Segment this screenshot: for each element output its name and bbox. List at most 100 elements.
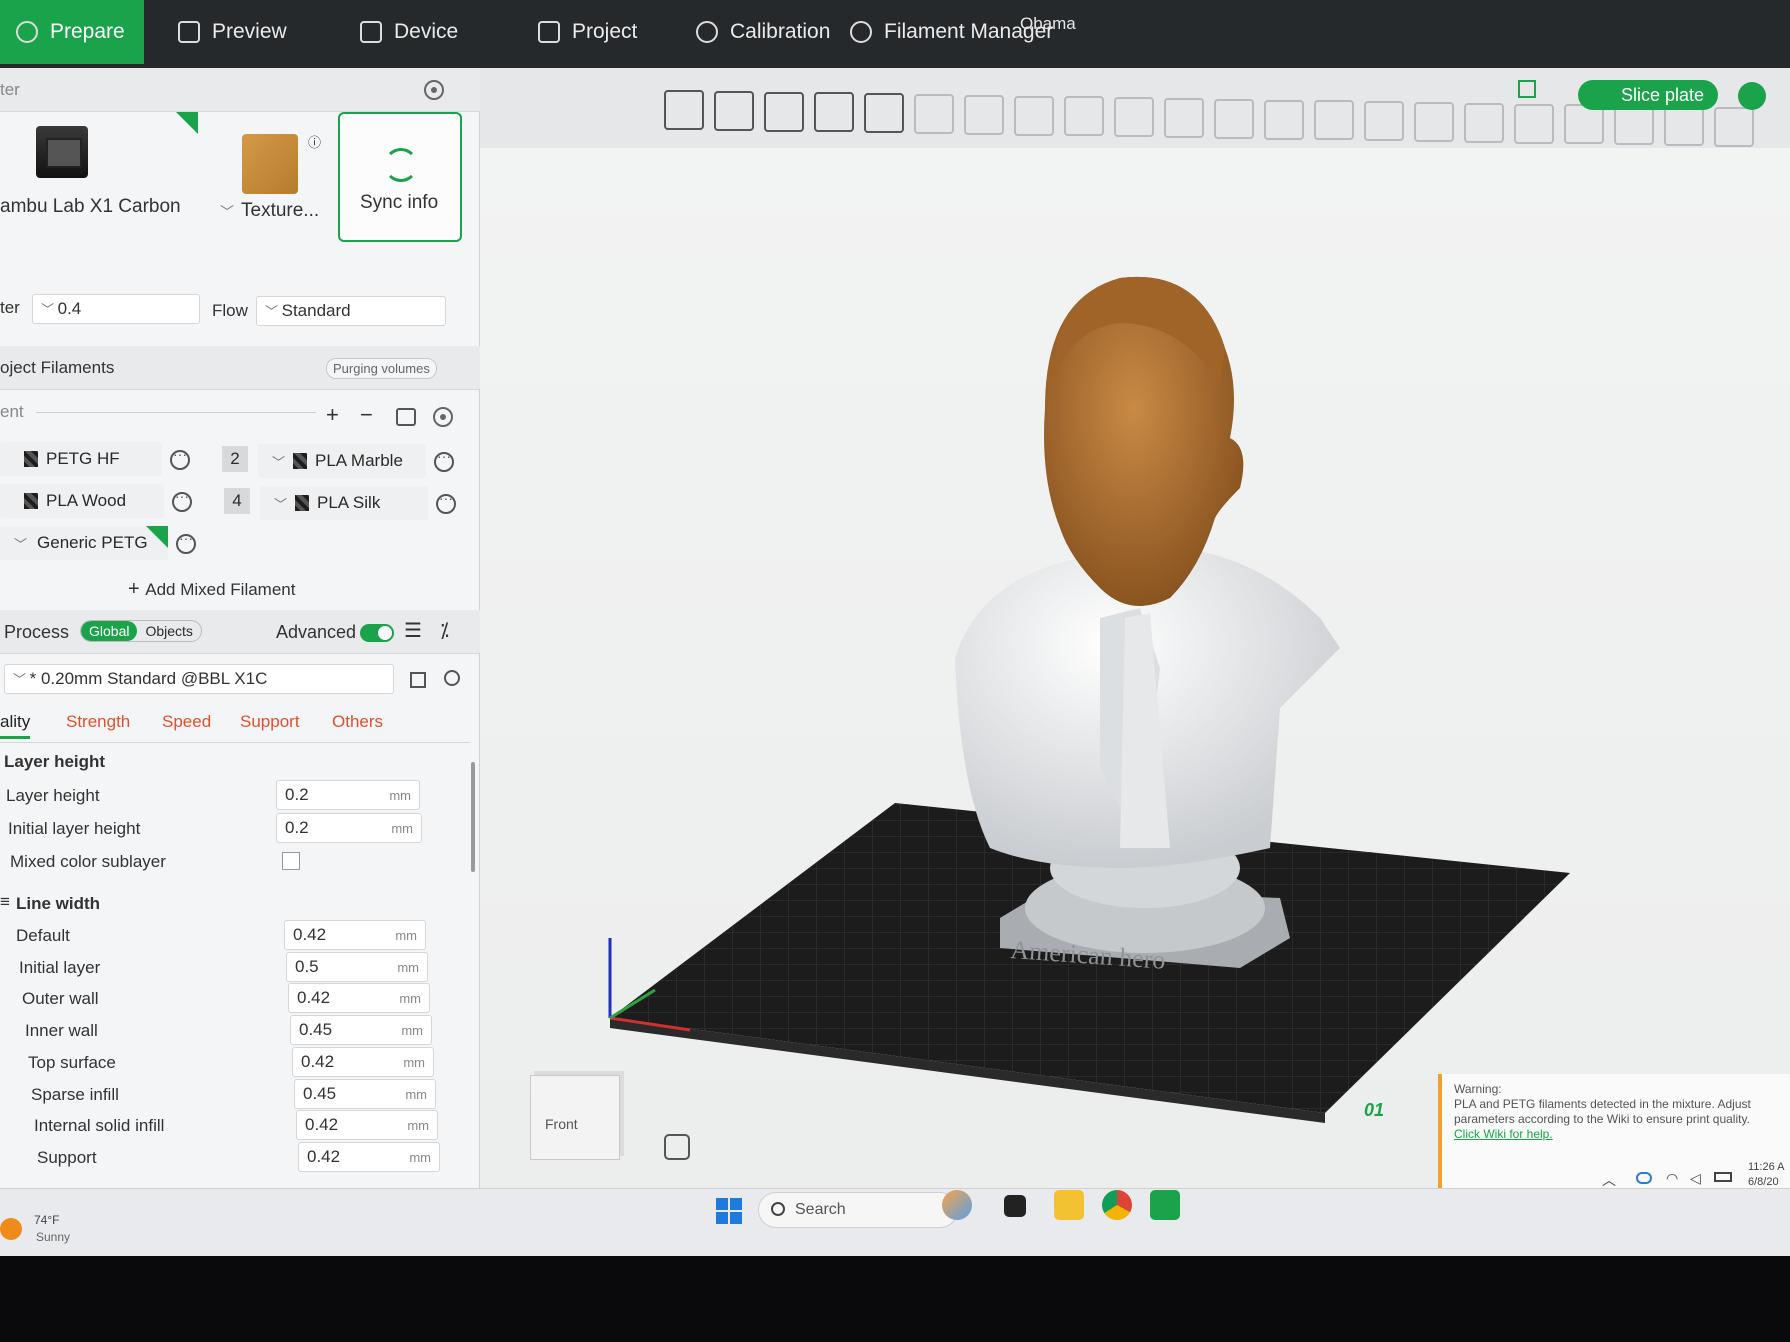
filament-more-icon[interactable]: [176, 530, 196, 554]
text-icon[interactable]: [1314, 100, 1354, 141]
start-button[interactable]: [716, 1198, 742, 1224]
line-width-input[interactable]: 0.5 mm: [286, 951, 428, 982]
auto-orient-icon[interactable]: [764, 91, 804, 132]
tab-preview[interactable]: Preview: [178, 0, 287, 64]
line-width-input[interactable]: 0.42 mm: [292, 1046, 434, 1077]
emboss-icon[interactable]: [1364, 101, 1404, 142]
rotate-icon[interactable]: [964, 94, 1004, 135]
printer-settings-gear-icon[interactable]: [424, 80, 444, 100]
purging-volumes-button[interactable]: Purging volumes: [326, 358, 437, 379]
assembly-icon[interactable]: [1564, 104, 1604, 145]
filament-more-icon[interactable]: [434, 448, 454, 472]
settings-scrollbar[interactable]: [471, 762, 475, 872]
mixed-color-sublayer-checkbox[interactable]: [282, 852, 300, 870]
process-scope-toggle[interactable]: Global Objects: [80, 620, 202, 642]
cloud-icon[interactable]: [1636, 1172, 1652, 1184]
objects-option[interactable]: Objects: [137, 621, 200, 641]
save-preset-icon[interactable]: [410, 672, 426, 688]
global-option[interactable]: Global: [81, 621, 138, 641]
add-filament-icon[interactable]: +: [326, 402, 339, 428]
line-width-input[interactable]: 0.45 mm: [294, 1078, 436, 1109]
advanced-toggle[interactable]: [360, 624, 394, 642]
weather-sun-icon[interactable]: [0, 1218, 22, 1240]
plate-type-label[interactable]: Texture...: [241, 200, 319, 222]
filament-settings-gear-icon[interactable]: [433, 407, 453, 427]
task-view-icon[interactable]: [1004, 1195, 1026, 1217]
filament-slot-1[interactable]: PETG HF: [0, 442, 162, 476]
layers-list-icon[interactable]: [864, 93, 904, 134]
ruler-icon[interactable]: [1664, 106, 1704, 146]
view-cube[interactable]: Front: [530, 1075, 620, 1160]
layer-height-input[interactable]: 0.2 mm: [276, 780, 420, 810]
slice-plate-button[interactable]: Slice plate: [1578, 80, 1718, 110]
tab-others[interactable]: Others: [332, 712, 383, 732]
filament-slot-3[interactable]: PLA Wood: [0, 484, 164, 518]
line-width-input[interactable]: 0.42 mm: [296, 1110, 438, 1141]
list-icon[interactable]: ☰: [404, 618, 422, 643]
nozzle-select[interactable]: ﹀ 0.4: [32, 294, 200, 324]
tab-strength[interactable]: Strength: [66, 712, 130, 732]
plate-settings-icon[interactable]: [814, 92, 854, 133]
bambu-studio-icon[interactable]: [1150, 1190, 1180, 1220]
p-icon[interactable]: [1614, 105, 1654, 146]
filament-more-icon[interactable]: [172, 488, 192, 512]
line-width-input[interactable]: 0.42 mm: [288, 983, 430, 1014]
cut-icon[interactable]: [1114, 97, 1154, 138]
layer-stack-icon[interactable]: [1514, 103, 1554, 144]
move-icon[interactable]: [914, 94, 954, 134]
measure-frame-icon[interactable]: [1464, 102, 1504, 143]
compare-icon[interactable]: ⁒: [440, 618, 449, 643]
tab-calibration[interactable]: Calibration: [696, 0, 830, 64]
filament-more-icon[interactable]: [170, 446, 190, 470]
add-mixed-filament-button[interactable]: + Add Mixed Filament: [128, 578, 295, 601]
camera-reset-icon[interactable]: [664, 1134, 690, 1160]
line-width-input[interactable]: 0.42 mm: [284, 920, 426, 950]
tab-quality[interactable]: ality: [0, 712, 31, 739]
filament-slot-5[interactable]: ﹀ Generic PETG: [0, 526, 168, 560]
initial-layer-height-input[interactable]: 0.2 mm: [276, 813, 422, 843]
flow-select[interactable]: ﹀ Standard: [256, 296, 446, 326]
tab-project[interactable]: Project: [538, 0, 637, 64]
volume-icon[interactable]: ◁: [1690, 1170, 1701, 1187]
seam-paint-icon[interactable]: [1264, 99, 1304, 140]
tab-speed[interactable]: Speed: [162, 712, 211, 732]
filament-sync-icon[interactable]: [396, 408, 416, 426]
line-width-input[interactable]: 0.42 mm: [298, 1141, 440, 1172]
slice-dropdown-button[interactable]: [1738, 82, 1766, 110]
sync-info-button[interactable]: Sync info: [338, 112, 462, 242]
support-paint-icon[interactable]: [1214, 98, 1254, 139]
tab-support[interactable]: Support: [240, 712, 300, 732]
chrome-icon[interactable]: [1102, 1190, 1132, 1220]
battery-icon[interactable]: [1714, 1172, 1732, 1182]
remove-filament-icon[interactable]: −: [360, 402, 373, 428]
filament-more-icon[interactable]: [436, 490, 456, 514]
taskbar-search[interactable]: Search: [758, 1192, 958, 1228]
filament-slot-2[interactable]: ﹀ PLA Marble: [258, 444, 426, 478]
wifi-icon[interactable]: ◠: [1666, 1170, 1678, 1187]
grid-arrange-icon[interactable]: [714, 90, 754, 131]
wiki-help-link[interactable]: Click Wiki for help.: [1454, 1127, 1553, 1141]
tray-chevron-up-icon[interactable]: ︿: [1602, 1170, 1616, 1190]
info-icon[interactable]: ⓘ: [308, 132, 321, 151]
3d-viewport[interactable]: American hero 01: [480, 148, 1790, 1188]
cube-icon[interactable]: [1414, 102, 1454, 142]
tab-device[interactable]: Device: [360, 0, 458, 64]
boolean-icon[interactable]: [1164, 98, 1204, 138]
line-width-input[interactable]: 0.45 mm: [290, 1015, 432, 1046]
search-icon[interactable]: [444, 670, 460, 686]
flow-value: Standard: [281, 301, 351, 320]
system-clock[interactable]: 11:26 A 6/8/20: [1748, 1160, 1785, 1190]
group-collapse-icon[interactable]: ≡: [0, 892, 10, 912]
filament-slot-4[interactable]: ﹀ PLA Silk: [260, 486, 428, 520]
widgets-icon[interactable]: [942, 1190, 972, 1220]
plate-texture-image[interactable]: [242, 134, 298, 194]
plate-layout-icon[interactable]: [1518, 80, 1536, 98]
scale-icon[interactable]: [1014, 95, 1054, 136]
file-explorer-icon[interactable]: [1054, 1190, 1084, 1220]
tab-prepare[interactable]: Prepare: [0, 0, 144, 64]
lay-on-face-icon[interactable]: [1064, 96, 1104, 137]
process-preset-select[interactable]: ﹀ * 0.20mm Standard @BBL X1C: [4, 664, 394, 694]
add-object-icon[interactable]: [664, 90, 704, 130]
split-icon[interactable]: [1714, 106, 1754, 147]
printer-card[interactable]: ambu Lab X1 Carbon: [0, 112, 205, 252]
